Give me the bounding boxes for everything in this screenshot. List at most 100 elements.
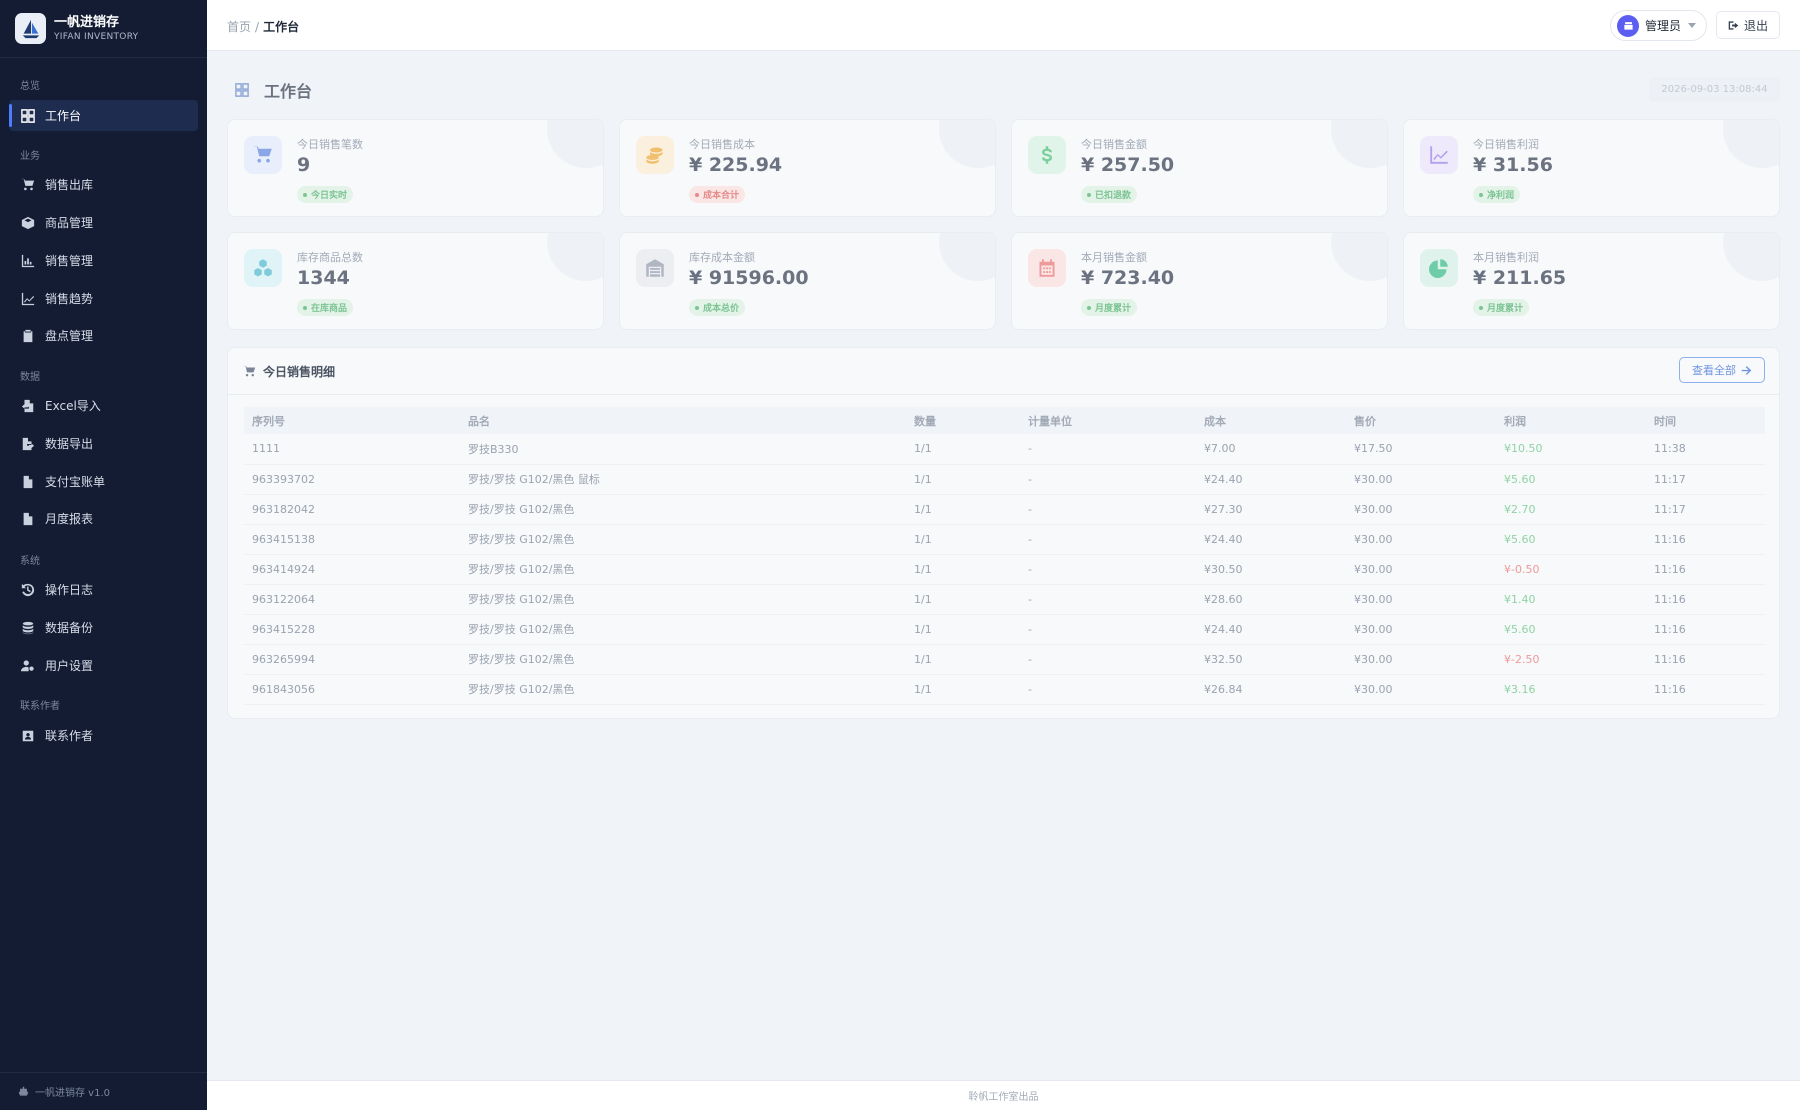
panel-title: 今日销售明细 [263,364,336,379]
top-bar: 首页 / 工作台 管理员 退出 [207,0,1800,51]
cell-serial: 963415138 [244,524,460,555]
stat-card-month-revenue: 本月销售金额 ¥ 723.40 月度累计 [1011,232,1388,330]
stat-value: ¥ 211.65 [1473,267,1567,289]
bar-chart-icon [20,253,35,268]
cell-profit: ¥-0.50 [1496,554,1646,585]
column-header-profit[interactable]: 利润 [1496,407,1646,434]
stat-label: 今日销售利润 [1473,138,1539,151]
sidebar-item-sales-management[interactable]: 销售管理 [9,245,198,276]
cart-icon [244,136,282,174]
sidebar-item-data-export[interactable]: 数据导出 [9,428,198,459]
stat-label: 库存商品总数 [297,251,363,264]
sidebar-item-dashboard[interactable]: 工作台 [9,100,198,131]
stat-card-today-profit: 今日销售利润 ¥ 31.56 净利润 [1403,119,1780,217]
table-row[interactable]: 963415228 罗技/罗技 G102/黑色 1/1 - ¥24.40 ¥30… [244,614,1765,645]
cell-serial: 963414924 [244,554,460,585]
sidebar-item-label: 月度报表 [45,512,94,526]
sidebar-item-sales-outbound[interactable]: 销售出库 [9,169,198,200]
logout-button[interactable]: 退出 [1716,11,1780,39]
cell-cost: ¥26.84 [1196,674,1346,705]
stat-value: ¥ 723.40 [1081,267,1175,289]
cell-cost: ¥24.40 [1196,614,1346,645]
stat-label: 今日销售笔数 [297,138,363,151]
sidebar-item-label: 数据备份 [45,621,94,635]
page-header: 工作台 [227,70,312,110]
cell-profit: ¥-2.50 [1496,644,1646,675]
chevron-down-icon [1688,23,1697,28]
cell-price: ¥30.00 [1346,584,1496,615]
table-row[interactable]: 961843056 罗技/罗技 G102/黑色 1/1 - ¥26.84 ¥30… [244,674,1765,705]
view-all-button[interactable]: 查看全部 [1679,357,1765,383]
cell-quantity: 1/1 [906,464,1020,495]
sidebar-item-alipay-bill[interactable]: 支付宝账单 [9,466,198,497]
logout-label: 退出 [1743,18,1768,33]
sidebar-item-monthly-report[interactable]: 月度报表 [9,503,198,534]
column-header-serial[interactable]: 序列号 [244,407,460,434]
avatar [1617,14,1639,37]
stat-value: ¥ 31.56 [1473,154,1553,176]
cell-time: 11:16 [1646,674,1765,705]
dashboard-icon [235,83,249,97]
sidebar-item-products[interactable]: 商品管理 [9,207,198,238]
table-row[interactable]: 963414924 罗技/罗技 G102/黑色 1/1 - ¥30.50 ¥30… [244,554,1765,585]
stat-label: 今日销售金额 [1081,138,1147,151]
cell-unit: - [1020,614,1196,645]
cell-quantity: 1/1 [906,494,1020,525]
breadcrumb-current: 工作台 [263,20,300,34]
cell-name: 罗技B330 [460,434,906,465]
stat-tag: 今日实时 [297,186,354,203]
stat-label: 本月销售利润 [1473,251,1539,264]
stat-label: 今日销售成本 [689,138,755,151]
cell-price: ¥30.00 [1346,524,1496,555]
cell-serial: 961843056 [244,674,460,705]
table-row[interactable]: 963122064 罗技/罗技 G102/黑色 1/1 - ¥28.60 ¥30… [244,584,1765,615]
column-header-cost[interactable]: 成本 [1196,407,1346,434]
cell-cost: ¥27.30 [1196,494,1346,525]
brand-subtitle: YIFAN INVENTORY [54,31,139,42]
sidebar-item-data-backup[interactable]: 数据备份 [9,612,198,643]
stat-tag: 成本合计 [689,186,746,203]
current-datetime: 2026-09-03 13:08:44 [1649,77,1780,102]
cell-serial: 963122064 [244,584,460,615]
cell-profit: ¥2.70 [1496,494,1646,525]
brand[interactable]: 一帆进销存 YIFAN INVENTORY [0,0,207,58]
sidebar-item-label: 支付宝账单 [45,475,106,489]
breadcrumb-home[interactable]: 首页 [227,20,251,34]
cell-unit: - [1020,524,1196,555]
cell-cost: ¥30.50 [1196,554,1346,585]
table-row[interactable]: 963182042 罗技/罗技 G102/黑色 1/1 - ¥27.30 ¥30… [244,494,1765,525]
table-row[interactable]: 963415138 罗技/罗技 G102/黑色 1/1 - ¥24.40 ¥30… [244,524,1765,555]
sidebar-item-contact-author[interactable]: 联系作者 [9,720,198,751]
column-header-quantity[interactable]: 数量 [906,407,1020,434]
column-header-name[interactable]: 品名 [460,407,906,434]
report-icon [20,511,35,526]
cell-serial: 1111 [244,434,460,465]
column-header-unit[interactable]: 计量单位 [1020,407,1196,434]
table-row[interactable]: 963393702 罗技/罗技 G102/黑色 鼠标 1/1 - ¥24.40 … [244,464,1765,495]
database-icon [20,620,35,635]
sidebar-item-sales-trend[interactable]: 销售趋势 [9,283,198,314]
sidebar-item-label: 销售趋势 [45,292,94,306]
stat-card-today-revenue: 今日销售金额 ¥ 257.50 已扣退款 [1011,119,1388,217]
cart-icon [243,365,256,376]
cell-unit: - [1020,494,1196,525]
sidebar-item-stocktake[interactable]: 盘点管理 [9,320,198,351]
column-header-time[interactable]: 时间 [1646,407,1765,434]
cell-serial: 963182042 [244,494,460,525]
stat-tag: 月度累计 [1473,299,1530,316]
sidebar-item-operation-log[interactable]: 操作日志 [9,574,198,605]
user-menu-button[interactable]: 管理员 [1610,10,1707,41]
table-row[interactable]: 963265994 罗技/罗技 G102/黑色 1/1 - ¥32.50 ¥30… [244,644,1765,675]
stat-value: ¥ 257.50 [1081,154,1175,176]
warehouse-icon [636,249,674,287]
sidebar: 一帆进销存 YIFAN INVENTORY 总览 工作台 业务 销售出库 商品管… [0,0,207,1110]
column-header-price[interactable]: 售价 [1346,407,1496,434]
table-row[interactable]: 1111 罗技B330 1/1 - ¥7.00 ¥17.50 ¥10.50 11… [244,434,1765,465]
cell-unit: - [1020,644,1196,675]
cell-time: 11:16 [1646,554,1765,585]
cell-quantity: 1/1 [906,554,1020,585]
sales-table: 序列号 品名 数量 计量单位 成本 售价 利润 时间 1111 罗技B330 1… [244,407,1765,705]
sidebar-item-excel-import[interactable]: Excel导入 [9,390,198,421]
sidebar-item-user-settings[interactable]: 用户设置 [9,650,198,681]
cell-cost: ¥24.40 [1196,464,1346,495]
